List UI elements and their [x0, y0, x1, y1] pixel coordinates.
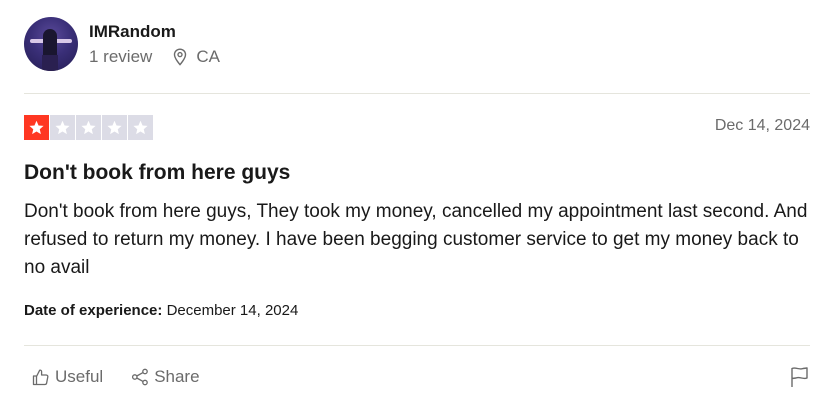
divider — [24, 93, 810, 94]
star-icon — [24, 115, 49, 140]
date-of-experience: Date of experience: December 14, 2024 — [24, 302, 298, 319]
share-button[interactable]: Share — [131, 367, 200, 387]
divider — [24, 345, 810, 346]
review-actions: Useful Share — [32, 367, 200, 387]
map-pin-icon — [174, 48, 187, 66]
star-icon — [102, 115, 127, 140]
useful-label: Useful — [55, 367, 104, 386]
star-icon — [128, 115, 153, 140]
avatar[interactable] — [24, 17, 78, 71]
reviewer-header: IMRandom 1 review CA — [24, 17, 220, 71]
thumbs-up-icon — [32, 369, 49, 386]
reviewer-name[interactable]: IMRandom — [89, 21, 220, 43]
share-icon — [132, 368, 149, 386]
review-count: 1 review — [89, 47, 153, 66]
reviewer-meta: 1 review CA — [89, 47, 220, 67]
experience-label: Date of experience: — [24, 302, 163, 319]
star-icon — [76, 115, 101, 140]
review-title: Don't book from here guys — [24, 161, 291, 184]
review-date: Dec 14, 2024 — [714, 117, 810, 134]
share-label: Share — [154, 367, 200, 386]
flag-icon[interactable] — [790, 366, 810, 388]
experience-date: December 14, 2024 — [166, 302, 299, 319]
review-body: Don't book from here guys, They took my … — [24, 201, 808, 278]
useful-button[interactable]: Useful — [32, 367, 103, 387]
star-rating — [24, 115, 153, 140]
star-icon — [50, 115, 75, 140]
reviewer-location: CA — [196, 47, 220, 66]
reviewer-info: IMRandom 1 review CA — [89, 21, 220, 67]
